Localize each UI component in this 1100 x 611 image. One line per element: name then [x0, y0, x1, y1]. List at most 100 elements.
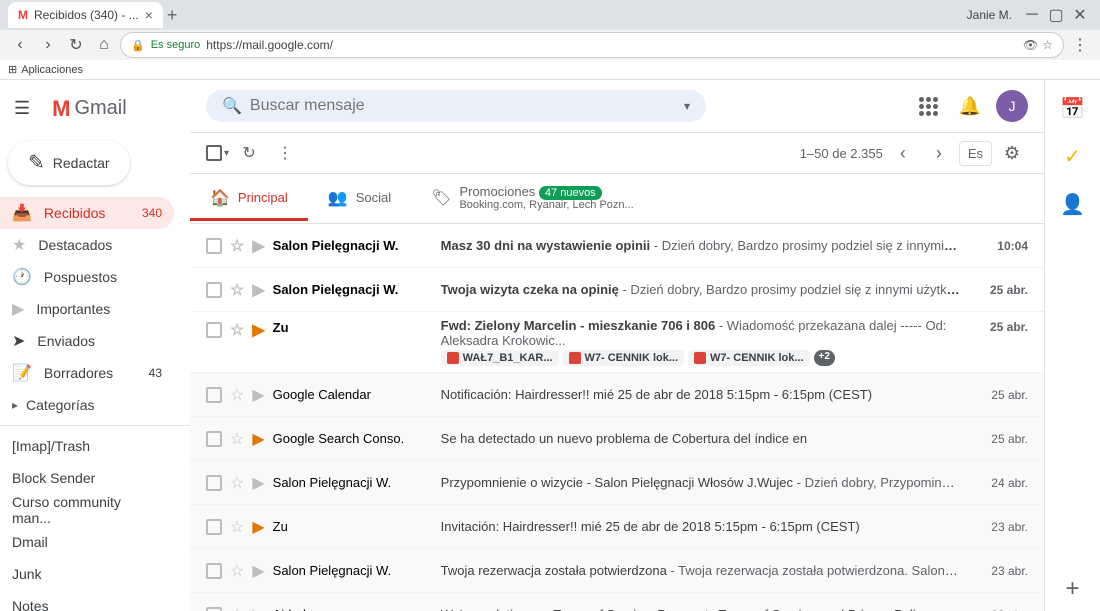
prev-page-button[interactable]: ‹: [887, 137, 919, 169]
tab-promociones[interactable]: 🏷 Promociones 47 nuevos Booking.com, Rya…: [411, 174, 654, 224]
star-button[interactable]: ☆: [230, 605, 244, 611]
email-subject-area: Fwd: Zielony Marcelin - mieszkanie 706 i…: [441, 318, 960, 366]
back-button[interactable]: ‹: [8, 33, 32, 57]
email-checkbox[interactable]: [206, 607, 222, 611]
important-button[interactable]: ▶: [252, 429, 264, 449]
sidebar-item-pospuestos[interactable]: 🕐 Pospuestos: [0, 261, 174, 293]
email-checkbox[interactable]: [206, 387, 222, 403]
star-button[interactable]: ☆: [230, 385, 244, 405]
close-button[interactable]: ✕: [1068, 3, 1092, 27]
sidebar-item-junk[interactable]: Junk: [0, 558, 174, 590]
select-all-checkbox-area[interactable]: ▾: [206, 145, 229, 161]
important-button[interactable]: ▶: [252, 473, 264, 493]
email-row[interactable]: ☆ ▶ Zu Fwd: Zielony Marcelin - mieszkani…: [190, 312, 1044, 373]
sidebar-item-block-sender[interactable]: Block Sender: [0, 462, 174, 494]
address-icons: 👁 ☆: [1023, 38, 1053, 52]
maximize-button[interactable]: ▢: [1044, 3, 1068, 27]
email-row[interactable]: ☆ ▶ Airbnb We're updating our Terms of S…: [190, 593, 1044, 611]
email-row[interactable]: ☆ ▶ Salon Pielęgnacji W. Twoja wizyta cz…: [190, 268, 1044, 312]
important-button[interactable]: ▶: [252, 605, 264, 611]
star-button[interactable]: ☆: [230, 517, 244, 537]
search-bar[interactable]: 🔍 ▾: [206, 90, 706, 122]
email-checkbox[interactable]: [206, 238, 222, 254]
important-button[interactable]: ▶: [252, 385, 264, 405]
compose-button[interactable]: ✎ Redactar: [8, 141, 130, 185]
select-dropdown-icon[interactable]: ▾: [224, 148, 229, 159]
tasks-sidebar-icon[interactable]: ✓: [1053, 136, 1093, 176]
star-button[interactable]: ☆: [230, 473, 244, 493]
sidebar-item-importantes[interactable]: ▶ Importantes: [0, 293, 174, 325]
star-button[interactable]: ☆: [230, 561, 244, 581]
forward-button[interactable]: ›: [36, 33, 60, 57]
sidebar-item-enviados[interactable]: ➤ Enviados: [0, 325, 174, 357]
important-button[interactable]: ▶: [252, 517, 264, 537]
hamburger-button[interactable]: ☰: [8, 92, 36, 125]
email-row[interactable]: ☆ ▶ Zu Invitación: Hairdresser!! mié 25 …: [190, 505, 1044, 549]
email-row[interactable]: ☆ ▶ Salon Pielęgnacji W. Twoja rezerwacj…: [190, 549, 1044, 593]
email-row[interactable]: ☆ ▶ Google Calendar Notificación: Hairdr…: [190, 373, 1044, 417]
sidebar-item-destacados[interactable]: ★ Destacados: [0, 229, 174, 261]
language-button[interactable]: Es: [959, 141, 992, 166]
sidebar-item-recibidos[interactable]: 📥 Recibidos 340: [0, 197, 174, 229]
secure-label: Es seguro: [151, 39, 201, 51]
email-snippet: - Dzień dobry, Bardzo prosimy podziel si…: [654, 238, 960, 253]
attachment-chip: W7- CENNIK lok...: [563, 350, 685, 366]
refresh-button[interactable]: ↻: [233, 137, 265, 169]
sidebar-item-dmail[interactable]: Dmail: [0, 526, 174, 558]
star-button[interactable]: ☆: [230, 320, 244, 340]
settings-button[interactable]: ⚙: [996, 137, 1028, 169]
email-checkbox[interactable]: [206, 431, 222, 447]
minimize-button[interactable]: ─: [1020, 3, 1044, 27]
calendar-sidebar-icon[interactable]: 📅: [1053, 88, 1093, 128]
categories-header[interactable]: ▸ Categorías: [0, 389, 190, 421]
important-button[interactable]: ▶: [252, 236, 264, 256]
promo-badge: 47 nuevos: [539, 186, 602, 200]
email-row[interactable]: ☆ ▶ Salon Pielęgnacji W. Przypomnienie o…: [190, 461, 1044, 505]
compose-label: Redactar: [53, 155, 110, 171]
sidebar-item-curso[interactable]: Curso community man...: [0, 494, 174, 526]
search-dropdown-icon[interactable]: ▾: [684, 99, 690, 113]
more-actions-button[interactable]: ⋮: [269, 137, 301, 169]
home-button[interactable]: ⌂: [92, 33, 116, 57]
email-subject: We're updating our Terms of Service, Pay…: [441, 607, 929, 611]
email-row[interactable]: ☆ ▶ Google Search Conso. Se ha detectado…: [190, 417, 1044, 461]
email-row[interactable]: ☆ ▶ Salon Pielęgnacji W. Masz 30 dni na …: [190, 224, 1044, 268]
extensions-button[interactable]: ⋮: [1068, 33, 1092, 57]
browser-chrome: M Recibidos (340) - ... × + Janie M. ─ ▢…: [0, 0, 1100, 60]
star-button[interactable]: ☆: [230, 236, 244, 256]
sidebar-item-borradores[interactable]: 📝 Borradores 43: [0, 357, 174, 389]
important-button[interactable]: ▶: [252, 320, 264, 340]
url-text: https://mail.google.com/: [206, 38, 1017, 52]
google-apps-button[interactable]: [913, 91, 944, 122]
search-input[interactable]: [250, 97, 676, 115]
email-checkbox[interactable]: [206, 563, 222, 579]
email-checkbox[interactable]: [206, 322, 222, 338]
user-avatar[interactable]: J: [996, 90, 1028, 122]
new-tab-button[interactable]: +: [163, 5, 182, 26]
star-button[interactable]: ☆: [230, 280, 244, 300]
star-icon[interactable]: ☆: [1042, 38, 1053, 52]
email-subject: Przypomnienie o wizycie - Salon Pielęgna…: [441, 475, 793, 490]
contacts-sidebar-icon[interactable]: 👤: [1053, 184, 1093, 224]
email-checkbox[interactable]: [206, 475, 222, 491]
address-bar[interactable]: 🔒 Es seguro https://mail.google.com/ 👁 ☆: [120, 32, 1064, 58]
sidebar-divider: [0, 425, 190, 426]
next-page-button[interactable]: ›: [923, 137, 955, 169]
tab-principal[interactable]: 🏠 Principal: [190, 178, 308, 221]
add-sidebar-button[interactable]: +: [1065, 575, 1079, 603]
email-sender: Google Search Conso.: [273, 431, 433, 446]
important-button[interactable]: ▶: [252, 280, 264, 300]
star-button[interactable]: ☆: [230, 429, 244, 449]
important-button[interactable]: ▶: [252, 561, 264, 581]
sidebar-item-notes[interactable]: Notes: [0, 590, 174, 611]
active-tab[interactable]: M Recibidos (340) - ... ×: [8, 2, 163, 28]
email-checkbox[interactable]: [206, 282, 222, 298]
bell-button[interactable]: 🔔: [952, 88, 988, 124]
select-all-checkbox[interactable]: [206, 145, 222, 161]
apps-bar: ⊞ Aplicaciones: [0, 60, 1100, 80]
sidebar-item-imap-trash[interactable]: [Imap]/Trash: [0, 430, 174, 462]
email-checkbox[interactable]: [206, 519, 222, 535]
tab-social[interactable]: 👥 Social: [308, 178, 411, 221]
reload-button[interactable]: ↻: [64, 33, 88, 57]
tab-close-button[interactable]: ×: [145, 8, 153, 22]
